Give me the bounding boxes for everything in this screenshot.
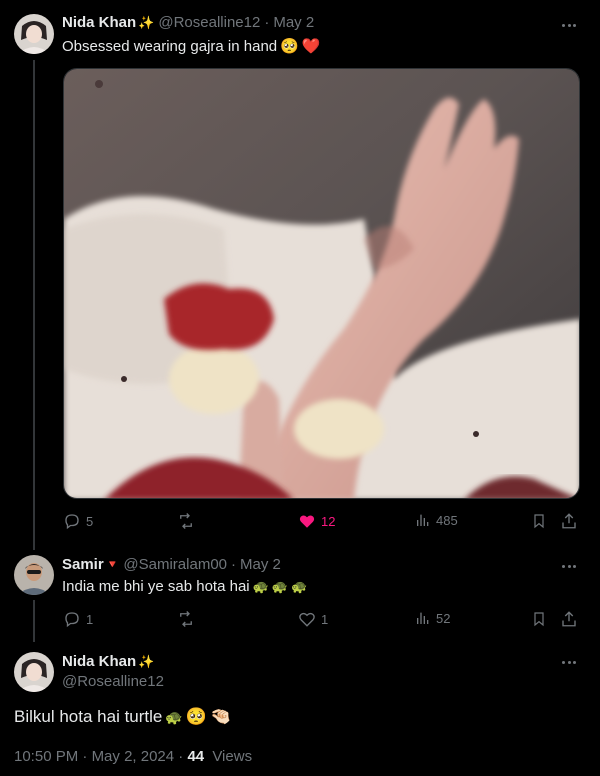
thread-line-1 (33, 60, 35, 550)
views-button[interactable]: 52 (415, 610, 450, 626)
post-full-date[interactable]: May 2, 2024 (92, 748, 175, 765)
post-text-content: India me bhi ye sab hota hai (62, 578, 250, 595)
avatar[interactable] (14, 14, 54, 54)
post-date[interactable]: May 2 (273, 14, 314, 31)
like-button[interactable]: 1 (298, 610, 328, 628)
post-time[interactable]: 10:50 PM (14, 748, 78, 765)
separator-dot: · (231, 556, 236, 573)
sparkle-badge-icon: ✨ (138, 653, 155, 669)
separator-dot: · (82, 748, 92, 765)
author-name[interactable]: Nida Khan (62, 14, 136, 31)
post-actions: 5 12 485 (63, 512, 580, 532)
post-meta: 10:50 PM · May 2, 2024 · 44 Views (14, 748, 252, 765)
reply-button[interactable]: 5 (63, 512, 93, 530)
share-button[interactable] (560, 512, 578, 530)
repost-icon (180, 513, 192, 529)
views-count: 52 (436, 610, 451, 626)
views-icon (417, 514, 429, 526)
pinching-hand-emoji: 🤏🏻 (209, 707, 232, 726)
repost-icon (180, 611, 192, 627)
bookmark-icon (534, 612, 544, 627)
author-handle[interactable]: @Samiralam00 (123, 556, 227, 573)
turtle-emoji: 🐢 (252, 578, 269, 594)
turtle-emoji: 🐢 (291, 578, 308, 594)
repost-button[interactable] (176, 512, 201, 530)
reply-icon (65, 514, 79, 530)
turtle-emoji: 🐢 (165, 708, 183, 725)
post-actions: 1 1 52 (63, 610, 580, 630)
share-icon (562, 513, 576, 529)
heart-icon (299, 612, 315, 627)
author-handle-row: @Rosealline12 (62, 673, 164, 690)
post-date[interactable]: May 2 (240, 556, 281, 573)
avatar[interactable] (14, 652, 54, 692)
post-text: India me bhi ye sab hota hai 🐢 🐢 🐢 (62, 578, 307, 595)
like-count: 1 (321, 611, 329, 627)
post-header: Nida Khan ✨ (62, 653, 154, 670)
post-text: Obsessed wearing gajra in hand 🥺 ❤️ (62, 37, 321, 56)
reply-button[interactable]: 1 (63, 610, 93, 628)
more-icon[interactable] (560, 653, 578, 671)
post-text-content: Obsessed wearing gajra in hand (62, 37, 278, 55)
like-count: 12 (321, 513, 336, 529)
like-button[interactable]: 12 (298, 512, 335, 530)
views-label: Views (212, 748, 253, 765)
reply-count: 1 (86, 611, 94, 627)
author-handle[interactable]: @Rosealline12 (62, 673, 164, 690)
sparkle-badge-icon: ✨ (138, 14, 155, 30)
author-name[interactable]: Nida Khan (62, 653, 136, 670)
views-icon (417, 612, 429, 624)
reply-icon (65, 612, 79, 628)
views-count: 44 (187, 748, 205, 765)
views-button[interactable]: 485 (415, 512, 458, 528)
share-button[interactable] (560, 610, 578, 628)
heart-icon (299, 515, 315, 528)
turtle-emoji: 🐢 (271, 578, 288, 594)
bookmark-button[interactable] (531, 512, 547, 530)
post-header: Samir 🔻 @Samiralam00 · May 2 (62, 556, 281, 573)
bookmark-button[interactable] (531, 610, 547, 628)
post-text-content: Bilkul hota hai turtle (14, 707, 163, 726)
reply-count: 5 (86, 513, 94, 529)
red-triangle-badge-icon: 🔻 (105, 559, 120, 571)
views-count: 485 (436, 512, 458, 528)
thread-line-2 (33, 600, 35, 642)
bookmark-icon (534, 514, 544, 529)
more-icon[interactable] (560, 557, 578, 575)
avatar[interactable] (14, 555, 54, 595)
pleading-face-emoji: 🥺 (185, 707, 207, 726)
post-header: Nida Khan ✨ @Rosealline12 · May 2 (62, 14, 314, 31)
red-heart-emoji: ❤️ (301, 38, 321, 55)
author-handle[interactable]: @Rosealline12 (158, 14, 260, 31)
pleading-face-emoji: 🥺 (280, 38, 299, 55)
separator-dot: · (264, 14, 270, 31)
post-text: Bilkul hota hai turtle 🐢 🥺 🤏🏻 (14, 707, 231, 727)
post-image[interactable] (63, 68, 580, 499)
more-icon[interactable] (560, 16, 578, 34)
author-name[interactable]: Samir (62, 556, 104, 573)
repost-button[interactable] (176, 610, 201, 628)
share-icon (562, 611, 576, 627)
